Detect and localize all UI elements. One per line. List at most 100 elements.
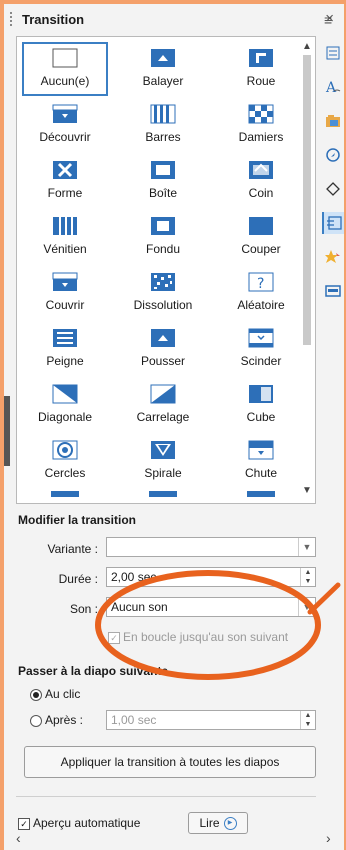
chevron-down-icon[interactable]: ▼ xyxy=(298,598,315,616)
transition-dissolve[interactable]: Dissolution xyxy=(121,267,205,319)
transition-comb[interactable]: Peigne xyxy=(23,323,107,375)
transition-label: Carrelage xyxy=(136,410,190,424)
drag-grip-icon[interactable] xyxy=(10,12,16,26)
after-radio-row[interactable]: Après : xyxy=(30,713,83,727)
spiral-transition-icon xyxy=(149,439,177,461)
transition-label: Aucun(e) xyxy=(40,74,90,88)
duration-spinbox[interactable]: 2,00 sec ▲ ▼ xyxy=(106,567,316,587)
box-transition-icon xyxy=(149,159,177,181)
scroll-left-icon[interactable]: ‹ xyxy=(16,830,21,846)
transition-wipe[interactable]: Balayer xyxy=(121,43,205,95)
transition-diagonal[interactable]: Diagonale xyxy=(23,379,107,431)
transition-random[interactable]: ? Aléatoire xyxy=(219,267,303,319)
transition-shape[interactable]: Forme xyxy=(23,155,107,207)
styles-icon[interactable]: A xyxy=(324,78,342,96)
sidebar-collapse-handle[interactable] xyxy=(4,396,10,466)
chevron-down-icon[interactable]: ▼ xyxy=(298,538,315,556)
divider xyxy=(16,796,316,797)
loop-checkbox[interactable]: ✓ xyxy=(108,631,120,644)
transition-none[interactable]: Aucun(e) xyxy=(22,42,108,96)
gallery-scrollbar[interactable]: ▲ ▼ xyxy=(301,39,313,499)
transition-label: Pousser xyxy=(140,354,186,368)
transition-tiles[interactable]: Carrelage xyxy=(121,379,205,431)
wheel-transition-icon xyxy=(247,47,275,69)
gallery-icon[interactable] xyxy=(324,112,342,130)
after-radio[interactable] xyxy=(30,714,42,727)
slide-transition-icon[interactable] xyxy=(322,212,344,234)
comb-transition-icon xyxy=(51,327,79,349)
transition-label: Spirale xyxy=(144,466,182,480)
transition-venetian[interactable]: Vénitien xyxy=(23,211,107,263)
loop-checkbox-row[interactable]: ✓ En boucle jusqu'au son suivant xyxy=(108,630,288,644)
dissolve-transition-icon xyxy=(149,271,177,293)
transition-fade[interactable]: Fondu xyxy=(121,211,205,263)
transition-spiral[interactable]: Spirale xyxy=(121,435,205,487)
animation-icon[interactable] xyxy=(324,248,342,266)
transition-label: Coin xyxy=(248,186,274,200)
transition-circles[interactable]: Cercles xyxy=(23,435,107,487)
transition-label: Scinder xyxy=(240,354,282,368)
shape-transition-icon xyxy=(51,159,79,181)
transition-bars[interactable]: Barres xyxy=(121,99,205,151)
transition-label: Fondu xyxy=(145,242,181,256)
auto-preview-checkbox[interactable]: ✓ xyxy=(18,817,30,830)
transition-uncover[interactable]: Découvrir xyxy=(23,99,107,151)
transition-cut[interactable]: Couper xyxy=(219,211,303,263)
play-icon: ▶ xyxy=(223,816,237,830)
sound-label: Son : xyxy=(69,602,98,616)
master-slides-icon[interactable] xyxy=(324,282,342,300)
transition-push[interactable]: Pousser xyxy=(121,323,205,375)
sidebar-tabbar: A xyxy=(320,34,344,354)
modify-section-title: Modifier la transition xyxy=(18,513,137,527)
scrollbar-thumb[interactable] xyxy=(303,55,311,345)
variant-select[interactable]: ▼ xyxy=(106,537,316,557)
cut-transition-icon xyxy=(247,215,275,237)
transition-label: Chute xyxy=(244,466,278,480)
shapes-icon[interactable] xyxy=(324,180,342,198)
apply-all-button[interactable]: Appliquer la transition à toutes les dia… xyxy=(24,746,316,778)
navigator-icon[interactable] xyxy=(324,146,342,164)
transition-cube[interactable]: Cube xyxy=(219,379,303,431)
transition-label: Peigne xyxy=(46,354,84,368)
bars-transition-icon xyxy=(149,103,177,125)
transition-label: Couper xyxy=(241,242,281,256)
after-spinbox[interactable]: 1,00 sec ▲ ▼ xyxy=(106,710,316,730)
partial-transition-icon xyxy=(149,491,177,497)
sound-select[interactable]: Aucun son ▼ xyxy=(106,597,316,617)
split-transition-icon xyxy=(247,327,275,349)
transition-corner[interactable]: Coin xyxy=(219,155,303,207)
sidebar-menu-icon[interactable]: ≡ xyxy=(324,12,332,28)
transition-checkers[interactable]: Damiers xyxy=(219,99,303,151)
transition-label: Damiers xyxy=(238,130,284,144)
svg-text:A: A xyxy=(325,80,337,95)
transition-label: Barres xyxy=(145,130,181,144)
horizontal-scrollbar[interactable]: ‹ › xyxy=(8,830,340,848)
none-transition-icon xyxy=(51,47,79,69)
transition-fall[interactable]: Chute xyxy=(219,435,303,487)
panel-titlebar: Transition xyxy=(4,4,320,34)
properties-icon[interactable] xyxy=(324,44,342,62)
scroll-up-icon[interactable]: ▲ xyxy=(301,41,313,52)
spin-buttons[interactable]: ▲ ▼ xyxy=(300,711,315,729)
scroll-right-icon[interactable]: › xyxy=(326,830,331,846)
duration-label: Durée : xyxy=(58,572,98,586)
partial-transition-icon xyxy=(51,491,79,497)
transition-label: Vénitien xyxy=(43,242,87,256)
transition-gallery: Aucun(e) Balayer Roue Découvrir Barres Damier… xyxy=(16,36,316,504)
uncover-transition-icon xyxy=(51,103,79,125)
scroll-down-icon[interactable]: ▼ xyxy=(301,485,313,496)
fall-transition-icon xyxy=(247,439,275,461)
transition-label: Couvrir xyxy=(45,298,85,312)
checkers-transition-icon xyxy=(247,103,275,125)
on-click-radio[interactable] xyxy=(30,688,42,701)
spin-buttons[interactable]: ▲ ▼ xyxy=(300,568,315,586)
venetian-transition-icon xyxy=(51,215,79,237)
transition-cover[interactable]: Couvrir xyxy=(23,267,107,319)
on-click-radio-row[interactable]: Au clic xyxy=(30,687,80,701)
auto-preview-row[interactable]: ✓ Aperçu automatique xyxy=(18,816,140,830)
transition-split[interactable]: Scinder xyxy=(219,323,303,375)
transition-box[interactable]: Boîte xyxy=(121,155,205,207)
corner-transition-icon xyxy=(247,159,275,181)
transition-wheel[interactable]: Roue xyxy=(219,43,303,95)
wipe-transition-icon xyxy=(149,47,177,69)
